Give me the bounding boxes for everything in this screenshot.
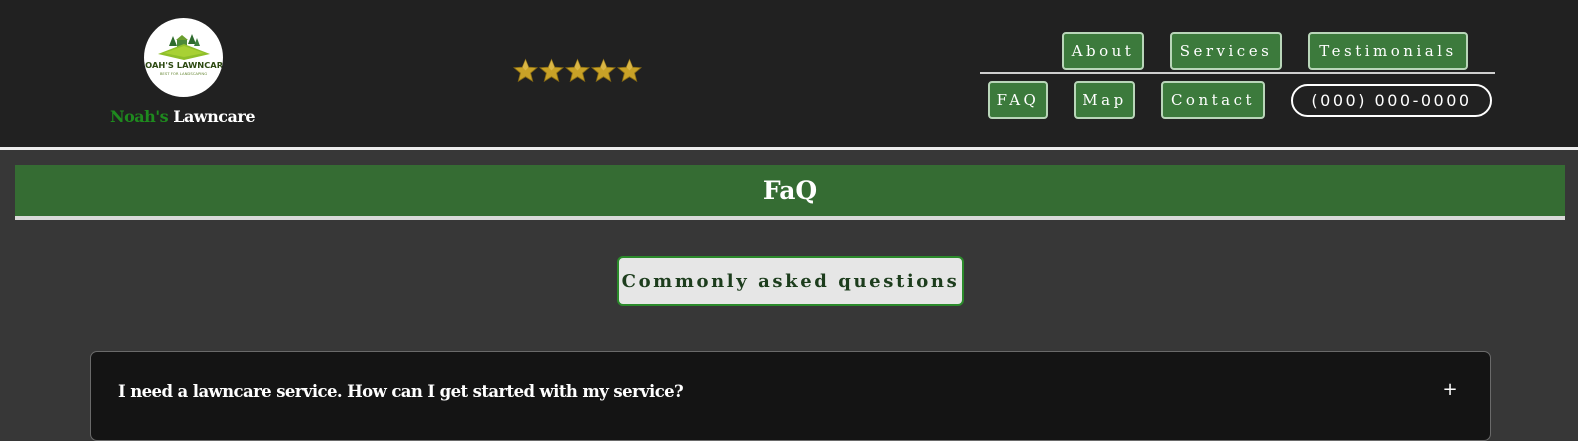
logo-icon[interactable]: NOAH'S LAWNCARE BEST FOR LANDSCAPING — [144, 18, 223, 97]
brand-name: Noah's Lawncare — [90, 107, 275, 126]
star-icon — [591, 58, 616, 83]
star-icon — [539, 58, 564, 83]
logo-text: NOAH'S LAWNCARE — [144, 60, 223, 70]
faq-banner-divider — [15, 216, 1565, 220]
page-title: FaQ — [762, 176, 818, 205]
nav-contact-button[interactable]: Contact — [1161, 81, 1265, 119]
faq-accordion-item[interactable]: I need a lawncare service. How can I get… — [90, 351, 1491, 441]
section-subtitle: Commonly asked questions — [617, 256, 964, 306]
brand-name-white: Lawncare — [173, 107, 256, 126]
logo-tagline: BEST FOR LANDSCAPING — [160, 71, 207, 76]
star-icon — [617, 58, 642, 83]
header-divider — [0, 147, 1578, 150]
faq-banner: FaQ — [15, 165, 1565, 216]
nav-about-button[interactable]: About — [1062, 32, 1144, 70]
plus-icon[interactable]: + — [1440, 379, 1460, 401]
faq-question[interactable]: I need a lawncare service. How can I get… — [118, 382, 684, 401]
nav-map-button[interactable]: Map — [1074, 81, 1135, 119]
star-icon — [565, 58, 590, 83]
rating-stars — [513, 57, 642, 84]
phone-number-link[interactable]: (000) 000-0000 — [1291, 84, 1492, 117]
nav-divider — [980, 72, 1495, 74]
nav-faq-button[interactable]: FAQ — [988, 81, 1048, 119]
site-header: NOAH'S LAWNCARE BEST FOR LANDSCAPING Noa… — [0, 0, 1578, 147]
nav-services-button[interactable]: Services — [1170, 32, 1282, 70]
nav-testimonials-button[interactable]: Testimonials — [1308, 32, 1468, 70]
brand-name-green: Noah's — [109, 107, 169, 126]
star-icon — [513, 58, 538, 83]
